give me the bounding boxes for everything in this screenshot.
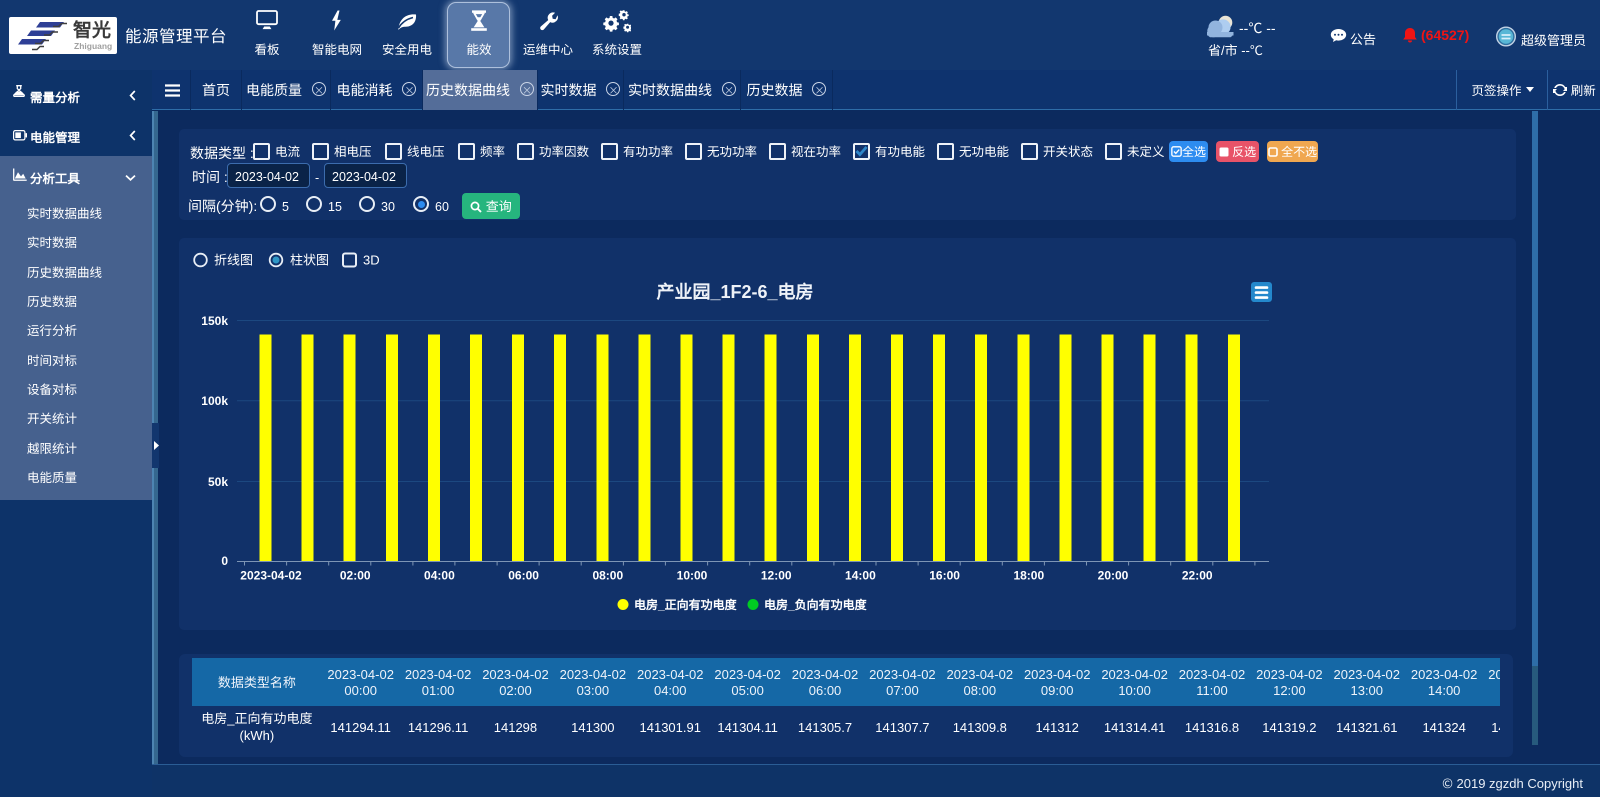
svg-text:0: 0: [221, 552, 228, 569]
svg-text:2023-04-02: 2023-04-02: [240, 567, 302, 584]
svg-text:折线图: 折线图: [214, 250, 253, 269]
svg-text:04:00: 04:00: [424, 567, 455, 584]
svg-text:150k: 150k: [201, 312, 228, 329]
svg-text:Zhiguang: Zhiguang: [74, 41, 112, 51]
svg-text:20:00: 20:00: [1098, 567, 1129, 584]
svg-text:18:00: 18:00: [1013, 567, 1044, 584]
svg-text:柱状图: 柱状图: [290, 250, 329, 269]
svg-text:14:00: 14:00: [845, 567, 876, 584]
svg-text:电房_负向有功电度: 电房_负向有功电度: [764, 596, 868, 613]
svg-text:3D: 3D: [363, 250, 380, 269]
svg-text:02:00: 02:00: [340, 567, 371, 584]
svg-text:12:00: 12:00: [761, 567, 792, 584]
svg-text:16:00: 16:00: [929, 567, 960, 584]
svg-text:50k: 50k: [208, 473, 228, 490]
svg-text:智光: 智光: [73, 17, 111, 43]
svg-text:22:00: 22:00: [1182, 567, 1213, 584]
svg-text:10:00: 10:00: [677, 567, 708, 584]
svg-text:产业园_1F2-6_电房: 产业园_1F2-6_电房: [656, 278, 813, 304]
svg-text:08:00: 08:00: [592, 567, 623, 584]
svg-text:06:00: 06:00: [508, 567, 539, 584]
svg-text:100k: 100k: [201, 392, 228, 409]
svg-text:电房_正向有功电度: 电房_正向有功电度: [634, 596, 738, 613]
